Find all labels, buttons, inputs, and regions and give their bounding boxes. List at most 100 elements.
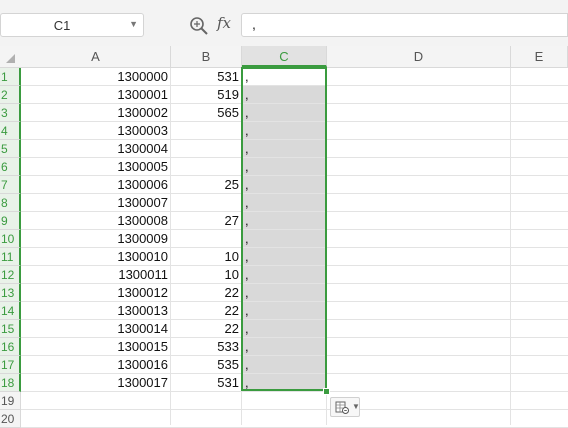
row-header[interactable]: 3 <box>0 104 21 122</box>
name-box[interactable]: C1 ▼ <box>0 13 144 37</box>
column-headers: A B C D E <box>0 46 568 68</box>
name-box-value: C1 <box>53 18 71 33</box>
cell-a[interactable]: 1300010 <box>21 248 171 266</box>
row-header[interactable]: 13 <box>0 284 21 302</box>
cell-a[interactable]: 1300013 <box>21 302 171 320</box>
cell-c[interactable]: , <box>242 68 327 86</box>
cell-b[interactable]: 565 <box>171 104 242 122</box>
cell-c[interactable]: , <box>242 248 327 266</box>
cell-c[interactable] <box>242 410 327 428</box>
cell-a[interactable]: 1300003 <box>21 122 171 140</box>
cell-c[interactable]: , <box>242 338 327 356</box>
cell-a[interactable]: 1300002 <box>21 104 171 122</box>
cell-c[interactable]: , <box>242 176 327 194</box>
cell-a[interactable]: 1300007 <box>21 194 171 212</box>
row-header[interactable]: 10 <box>0 230 21 248</box>
chevron-down-icon[interactable]: ▼ <box>129 19 138 29</box>
cell-b[interactable]: 22 <box>171 302 242 320</box>
row-header[interactable]: 1 <box>0 68 21 86</box>
paste-options-icon <box>335 401 349 414</box>
row-header[interactable]: 18 <box>0 374 21 392</box>
cell-a[interactable]: 1300016 <box>21 356 171 374</box>
row-header[interactable]: 16 <box>0 338 21 356</box>
cell-b[interactable] <box>171 392 242 410</box>
cell-c[interactable]: , <box>242 302 327 320</box>
cell-b[interactable]: 533 <box>171 338 242 356</box>
row-header[interactable]: 15 <box>0 320 21 338</box>
cell-b[interactable]: 22 <box>171 284 242 302</box>
cell-a[interactable]: 1300000 <box>21 68 171 86</box>
column-header-e[interactable]: E <box>511 46 568 67</box>
fx-icon[interactable]: fx <box>217 14 231 32</box>
column-header-b[interactable]: B <box>171 46 242 67</box>
cell-c[interactable]: , <box>242 374 327 392</box>
cell-c[interactable] <box>242 392 327 410</box>
cell-c[interactable]: , <box>242 122 327 140</box>
cell-b[interactable] <box>171 158 242 176</box>
cell-b[interactable]: 531 <box>171 374 242 392</box>
cell-a[interactable] <box>21 392 171 410</box>
column-header-c[interactable]: C <box>242 46 327 67</box>
paste-options-button[interactable]: ▼ <box>330 397 360 417</box>
cell-c[interactable]: , <box>242 320 327 338</box>
cell-b[interactable] <box>171 140 242 158</box>
cell-c[interactable]: , <box>242 266 327 284</box>
row-header[interactable]: 17 <box>0 356 21 374</box>
cell-a[interactable]: 1300006 <box>21 176 171 194</box>
cell-b[interactable]: 519 <box>171 86 242 104</box>
row-header[interactable]: 20 <box>0 410 21 428</box>
row-header[interactable]: 9 <box>0 212 21 230</box>
chevron-down-icon: ▼ <box>352 402 360 411</box>
cell-a[interactable]: 1300017 <box>21 374 171 392</box>
cell-a[interactable]: 1300011 <box>21 266 171 284</box>
row-header[interactable]: 2 <box>0 86 21 104</box>
cell-a[interactable]: 1300014 <box>21 320 171 338</box>
cell-c[interactable]: , <box>242 194 327 212</box>
column-header-d[interactable]: D <box>327 46 511 67</box>
cell-a[interactable]: 1300001 <box>21 86 171 104</box>
row-header[interactable]: 8 <box>0 194 21 212</box>
row-header[interactable]: 6 <box>0 158 21 176</box>
select-all-corner[interactable] <box>0 46 21 68</box>
cell-b[interactable]: 22 <box>171 320 242 338</box>
cell-c[interactable]: , <box>242 86 327 104</box>
cell-b[interactable] <box>171 122 242 140</box>
cell-b[interactable]: 27 <box>171 212 242 230</box>
cell-c[interactable]: , <box>242 140 327 158</box>
row-header[interactable]: 12 <box>0 266 21 284</box>
cell-c[interactable]: , <box>242 104 327 122</box>
cell-b[interactable]: 10 <box>171 248 242 266</box>
cell-a[interactable]: 1300008 <box>21 212 171 230</box>
row-header[interactable]: 14 <box>0 302 21 320</box>
cell-c[interactable]: , <box>242 212 327 230</box>
cell-a[interactable]: 1300009 <box>21 230 171 248</box>
formula-input[interactable]: , <box>241 13 568 37</box>
zoom-icon[interactable] <box>189 16 209 36</box>
cell-b[interactable]: 535 <box>171 356 242 374</box>
row-header[interactable]: 19 <box>0 392 21 410</box>
cell-b[interactable] <box>171 410 242 428</box>
cell-b[interactable]: 10 <box>171 266 242 284</box>
formula-value: , <box>252 16 256 32</box>
cell-a[interactable]: 1300004 <box>21 140 171 158</box>
column-header-a[interactable]: A <box>21 46 171 67</box>
row-header[interactable]: 4 <box>0 122 21 140</box>
cell-c[interactable]: , <box>242 230 327 248</box>
cell-a[interactable]: 1300012 <box>21 284 171 302</box>
cell-b[interactable] <box>171 230 242 248</box>
cell-b[interactable]: 25 <box>171 176 242 194</box>
fill-handle[interactable] <box>323 388 330 395</box>
row-header[interactable]: 5 <box>0 140 21 158</box>
row-header[interactable]: 11 <box>0 248 21 266</box>
row-header[interactable]: 7 <box>0 176 21 194</box>
cell-b[interactable]: 531 <box>171 68 242 86</box>
cell-a[interactable] <box>21 410 171 428</box>
column-gridline <box>510 68 511 425</box>
cell-c[interactable]: , <box>242 284 327 302</box>
spreadsheet-grid: A B C D E 1 2 3 4 5 6 7 8 9 10 11 12 13 14 15 16 17 18 19 2… <box>0 46 568 428</box>
cell-c[interactable]: , <box>242 158 327 176</box>
cell-a[interactable]: 1300015 <box>21 338 171 356</box>
cell-b[interactable] <box>171 194 242 212</box>
cell-c[interactable]: , <box>242 356 327 374</box>
cell-a[interactable]: 1300005 <box>21 158 171 176</box>
